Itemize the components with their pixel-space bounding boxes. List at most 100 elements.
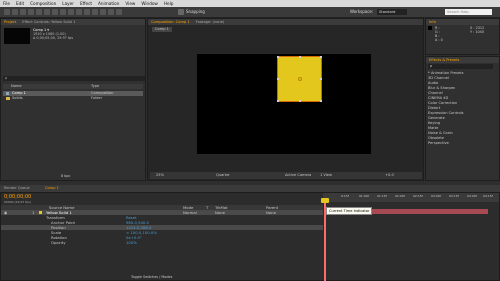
col-name[interactable]: Name xyxy=(11,84,22,89)
menu-composition[interactable]: Composition xyxy=(27,1,59,6)
viewer-tabbar: Composition: Comp 1 Footage: (none) xyxy=(148,19,423,25)
home-tool-icon[interactable] xyxy=(4,9,10,15)
yellow-solid-layer[interactable] xyxy=(277,56,322,102)
pen-tool-icon[interactable] xyxy=(68,9,74,15)
menu-edit[interactable]: Edit xyxy=(13,1,27,6)
menu-view[interactable]: View xyxy=(122,1,138,6)
effect-category[interactable]: * Animation Presets xyxy=(428,71,463,75)
project-item-type: Folder xyxy=(91,96,103,100)
transform-handle[interactable] xyxy=(277,100,279,102)
effect-category[interactable]: Distort xyxy=(428,106,440,110)
list-item[interactable]: Solids Folder xyxy=(3,96,143,101)
bpc-label[interactable]: 8 bpc xyxy=(61,174,70,178)
effect-category[interactable]: Matte xyxy=(428,126,438,130)
comp-name-button[interactable]: Comp 1 xyxy=(152,27,172,32)
hand-tool-icon[interactable] xyxy=(20,9,26,15)
tab-composition[interactable]: Composition: Comp 1 xyxy=(151,20,190,24)
resolution-select[interactable]: Quarter xyxy=(216,172,230,179)
effects-search-input[interactable]: ρ xyxy=(428,64,493,69)
transform-handle[interactable] xyxy=(320,100,322,102)
ruler-tick: 0:15f xyxy=(341,194,349,198)
rotate-tool-icon[interactable] xyxy=(36,9,42,15)
tab-info[interactable]: Info xyxy=(429,20,436,24)
effect-category[interactable]: Keying xyxy=(428,121,440,125)
transform-handle[interactable] xyxy=(320,56,322,58)
effect-category[interactable]: Color Correction xyxy=(428,101,457,105)
project-item-name: Solids xyxy=(12,96,23,100)
layer-number: 1 xyxy=(32,210,35,215)
timeline-tabbar: Render Queue Comp 1 xyxy=(0,185,500,192)
pan-behind-tool-icon[interactable] xyxy=(52,9,58,15)
snapping-checkbox[interactable] xyxy=(178,9,184,15)
effects-tabbar: Effects & Presets xyxy=(426,57,499,63)
puppet-tool-icon[interactable] xyxy=(116,9,122,15)
search-help-input[interactable]: Search Help xyxy=(445,9,492,15)
cti-handle[interactable] xyxy=(321,198,329,203)
effect-category[interactable]: Expression Controls xyxy=(428,111,464,115)
transform-handle[interactable] xyxy=(277,56,279,58)
camera-tool-icon[interactable] xyxy=(44,9,50,15)
tab-footage[interactable]: Footage: (none) xyxy=(196,20,225,24)
menu-layer[interactable]: Layer xyxy=(59,1,77,6)
shape-tool-icon[interactable] xyxy=(60,9,66,15)
menu-window[interactable]: Window xyxy=(138,1,161,6)
info-xy: X : 2312 Y : 1040 xyxy=(470,26,484,34)
menu-help[interactable]: Help xyxy=(161,1,177,6)
menu-effect[interactable]: Effect xyxy=(77,1,95,6)
project-search-input[interactable]: ρ xyxy=(3,76,145,81)
tab-project[interactable]: Project xyxy=(4,20,16,24)
selection-tool-icon[interactable] xyxy=(12,9,18,15)
transform-handle[interactable] xyxy=(299,100,301,102)
menubar: File Edit Composition Layer Effect Anima… xyxy=(0,0,500,7)
tab-effects-presets[interactable]: Effects & Presets xyxy=(429,58,459,62)
project-thumbnail xyxy=(4,28,30,44)
anchor-point-icon[interactable] xyxy=(298,77,302,81)
effect-category[interactable]: Perspective xyxy=(428,141,449,145)
tab-effect-controls[interactable]: Effect Controls: Yellow Solid 1 xyxy=(22,20,75,24)
clone-tool-icon[interactable] xyxy=(92,9,98,15)
transform-handle[interactable] xyxy=(320,78,322,80)
ruler-tick: 02:00f xyxy=(395,194,405,198)
effect-category[interactable]: Obsolete xyxy=(428,136,444,140)
effect-category[interactable]: Blur & Sharpen xyxy=(428,86,455,90)
ruler-tick: 01:15f xyxy=(377,194,387,198)
project-panel: Project Effect Controls: Yellow Solid 1 … xyxy=(0,18,146,181)
layer-mode-select[interactable]: Normal xyxy=(183,210,197,215)
effect-category[interactable]: Noise & Grain xyxy=(428,131,453,135)
brush-tool-icon[interactable] xyxy=(84,9,90,15)
layer-parent-select[interactable]: None xyxy=(266,210,276,215)
info-a: A : 0 xyxy=(435,38,443,42)
transform-handle[interactable] xyxy=(299,56,301,58)
roto-tool-icon[interactable] xyxy=(108,9,114,15)
workspace-label: Workspace: xyxy=(350,9,374,14)
transform-handle[interactable] xyxy=(277,78,279,80)
toggle-switches-modes[interactable]: Toggle Switches / Modes xyxy=(131,275,172,279)
exposure-value[interactable]: +0.0 xyxy=(385,172,394,179)
visibility-eye-icon[interactable]: ◉ xyxy=(4,210,7,215)
time-ruler[interactable]: 0:15f 01:00f 01:15f 02:00f 02:15f 03:00f… xyxy=(323,193,499,202)
menu-file[interactable]: File xyxy=(0,1,13,6)
tab-comp-1[interactable]: Comp 1 xyxy=(45,186,59,190)
effect-category[interactable]: 3D Channel xyxy=(428,76,449,80)
view-layout-select[interactable]: 1 View xyxy=(320,172,332,179)
prop-opacity[interactable]: Opacity xyxy=(51,240,66,245)
effect-category[interactable]: CINEMA 4D xyxy=(428,96,448,100)
type-tool-icon[interactable] xyxy=(76,9,82,15)
ruler-tick: 02:15f xyxy=(413,194,423,198)
zoom-tool-icon[interactable] xyxy=(28,9,34,15)
zoom-select[interactable]: 25% xyxy=(156,172,164,179)
menu-animation[interactable]: Animation xyxy=(95,1,122,6)
eraser-tool-icon[interactable] xyxy=(100,9,106,15)
ruler-tick: 03:15f xyxy=(449,194,459,198)
camera-select[interactable]: Active Camera xyxy=(285,172,311,179)
effect-category[interactable]: Audio xyxy=(428,81,438,85)
toolbar: Snapping Workspace: Standard Search Help xyxy=(0,7,500,18)
effect-category[interactable]: Generate xyxy=(428,116,445,120)
tab-render-queue[interactable]: Render Queue xyxy=(4,186,30,190)
col-type[interactable]: Type xyxy=(91,84,99,89)
info-tabbar: Info xyxy=(426,19,499,25)
workspace-select[interactable]: Standard xyxy=(377,9,407,15)
effect-category[interactable]: Channel xyxy=(428,91,443,95)
layer-trkmat-select[interactable]: None xyxy=(215,210,225,215)
prop-value[interactable]: 100% xyxy=(126,240,137,245)
